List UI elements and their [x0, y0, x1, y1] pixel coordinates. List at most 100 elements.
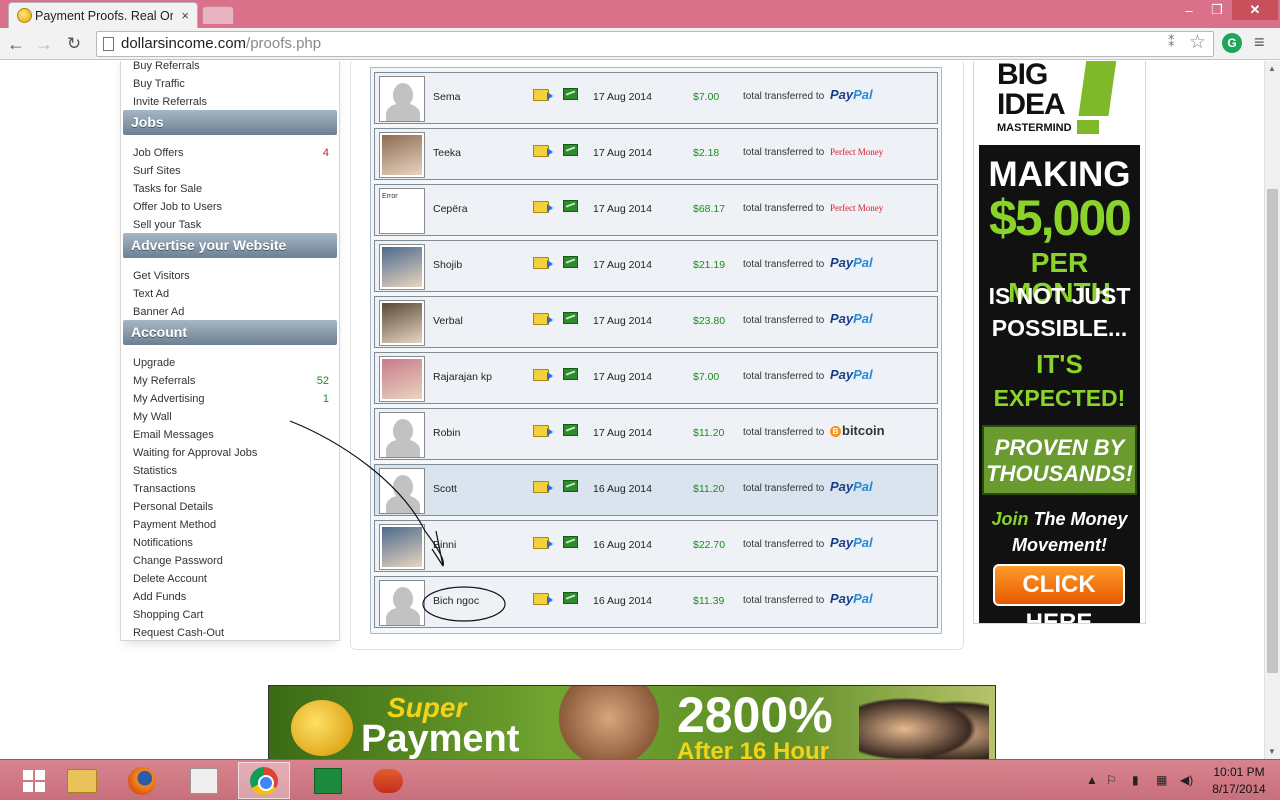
- sidebar-item-request-cashout[interactable]: Request Cash-Out: [133, 624, 329, 642]
- close-window-button[interactable]: ✕: [1232, 0, 1278, 20]
- user-name[interactable]: Серёга: [433, 203, 468, 215]
- start-button[interactable]: [8, 762, 60, 799]
- stats-chart-icon[interactable]: [563, 200, 578, 212]
- scrollbar-thumb[interactable]: [1267, 189, 1278, 673]
- maximize-button[interactable]: ❐: [1204, 0, 1230, 20]
- sidebar-item-shopping-cart[interactable]: Shopping Cart: [133, 606, 329, 624]
- sidebar-item-buy-referrals[interactable]: Buy Referrals: [133, 61, 329, 75]
- stats-chart-icon[interactable]: [563, 88, 578, 100]
- user-name[interactable]: Teeka: [433, 147, 461, 159]
- taskbar-explorer[interactable]: [56, 762, 108, 799]
- sidebar-item-my-advertising[interactable]: My Advertising 1: [133, 390, 329, 408]
- sidebar-item-change-password[interactable]: Change Password: [133, 552, 329, 570]
- power-icon[interactable]: ▮: [1132, 773, 1139, 787]
- tab-payment-proofs[interactable]: Payment Proofs. Real Onli ×: [8, 2, 198, 28]
- stats-chart-icon[interactable]: [563, 592, 578, 604]
- sidebar-item-offer-job[interactable]: Offer Job to Users: [133, 198, 329, 216]
- tray-expand-icon[interactable]: ▲: [1086, 773, 1098, 787]
- sidebar-item-sell-task[interactable]: Sell your Task: [133, 216, 329, 234]
- stats-chart-icon[interactable]: [563, 144, 578, 156]
- user-avatar[interactable]: [379, 132, 425, 178]
- sidebar-item-get-visitors[interactable]: Get Visitors: [133, 267, 329, 285]
- user-name[interactable]: Shojib: [433, 259, 462, 271]
- sidebar-item-statistics[interactable]: Statistics: [133, 462, 329, 480]
- send-message-icon[interactable]: [533, 89, 553, 101]
- sidebar-item-my-referrals[interactable]: My Referrals 52: [133, 372, 329, 390]
- send-message-icon[interactable]: [533, 425, 553, 437]
- scroll-down-arrow-icon[interactable]: ▼: [1268, 747, 1276, 756]
- user-avatar[interactable]: [379, 300, 425, 346]
- user-avatar[interactable]: Error: [379, 188, 425, 234]
- stats-chart-icon[interactable]: [563, 256, 578, 268]
- sidebar-item-upgrade[interactable]: Upgrade: [133, 354, 329, 372]
- send-message-icon[interactable]: [533, 369, 553, 381]
- browser-menu-icon[interactable]: ≡: [1254, 32, 1265, 53]
- send-message-icon[interactable]: [533, 593, 553, 605]
- user-name[interactable]: Binni: [433, 539, 456, 551]
- taskbar-chrome[interactable]: [238, 762, 290, 799]
- sidebar-item-buy-traffic[interactable]: Buy Traffic: [133, 75, 329, 93]
- user-name[interactable]: Bich ngoc: [433, 595, 479, 607]
- scroll-up-arrow-icon[interactable]: ▲: [1268, 64, 1276, 73]
- user-avatar[interactable]: [379, 412, 425, 458]
- network-icon[interactable]: ▦: [1156, 773, 1167, 787]
- forward-arrow-icon[interactable]: →: [32, 32, 56, 56]
- user-avatar[interactable]: [379, 580, 425, 626]
- stats-chart-icon[interactable]: [563, 368, 578, 380]
- user-avatar[interactable]: [379, 468, 425, 514]
- send-message-icon[interactable]: [533, 145, 553, 157]
- sidebar-item-tasks-for-sale[interactable]: Tasks for Sale: [133, 180, 329, 198]
- sidebar-item-transactions[interactable]: Transactions: [133, 480, 329, 498]
- taskbar-pinned-app[interactable]: [178, 762, 230, 799]
- stats-chart-icon[interactable]: [563, 424, 578, 436]
- stats-chart-icon[interactable]: [563, 536, 578, 548]
- user-avatar[interactable]: [379, 76, 425, 122]
- sidebar-item-delete-account[interactable]: Delete Account: [133, 570, 329, 588]
- stats-chart-icon[interactable]: [563, 480, 578, 492]
- user-avatar[interactable]: [379, 524, 425, 570]
- super-payment-ad-banner[interactable]: Super Payment 2800% After 16 Hour: [268, 685, 996, 759]
- sidebar-item-add-funds[interactable]: Add Funds: [133, 588, 329, 606]
- send-message-icon[interactable]: [533, 313, 553, 325]
- ad-click-here-button[interactable]: CLICK HERE: [993, 564, 1125, 623]
- reload-icon[interactable]: ↻: [62, 32, 86, 56]
- extension-icon[interactable]: G: [1222, 33, 1242, 53]
- user-name[interactable]: Sema: [433, 91, 460, 103]
- user-avatar[interactable]: [379, 356, 425, 402]
- user-name[interactable]: Robin: [433, 427, 460, 439]
- taskbar-messenger[interactable]: [362, 762, 414, 799]
- stats-chart-icon[interactable]: [563, 312, 578, 324]
- back-arrow-icon[interactable]: ←: [4, 32, 28, 56]
- send-message-icon[interactable]: [533, 537, 553, 549]
- new-tab-button[interactable]: [202, 6, 234, 24]
- user-name[interactable]: Verbal: [433, 315, 463, 327]
- send-message-icon[interactable]: [533, 481, 553, 493]
- clock-time[interactable]: 10:01 PM: [1208, 765, 1270, 779]
- action-center-flag-icon[interactable]: ⚐: [1106, 773, 1117, 787]
- translate-icon[interactable]: ⁑: [1168, 34, 1175, 50]
- sidebar-item-text-ad[interactable]: Text Ad: [133, 285, 329, 303]
- tab-close-icon[interactable]: ×: [181, 8, 189, 23]
- big-idea-ad-banner[interactable]: BIG IDEA MASTERMIND MAKING $5,000 PER MON…: [979, 61, 1140, 623]
- sidebar-item-job-offers[interactable]: Job Offers 4: [133, 144, 329, 162]
- user-name[interactable]: Scott: [433, 483, 457, 495]
- sidebar-item-payment-method[interactable]: Payment Method: [133, 516, 329, 534]
- user-avatar[interactable]: [379, 244, 425, 290]
- sidebar-item-invite-referrals[interactable]: Invite Referrals: [133, 93, 329, 111]
- bookmark-star-icon[interactable]: ☆: [1189, 31, 1206, 54]
- sidebar-item-surf-sites[interactable]: Surf Sites: [133, 162, 329, 180]
- address-bar[interactable]: dollarsincome.com/proofs.php: [96, 31, 1214, 57]
- minimize-button[interactable]: ‒: [1176, 0, 1202, 20]
- volume-icon[interactable]: ◀): [1180, 773, 1193, 787]
- clock-date[interactable]: 8/17/2014: [1208, 782, 1270, 796]
- sidebar-item-my-wall[interactable]: My Wall: [133, 408, 329, 426]
- send-message-icon[interactable]: [533, 257, 553, 269]
- sidebar-item-email-messages[interactable]: Email Messages: [133, 426, 329, 444]
- user-name[interactable]: Rajarajan kp: [433, 371, 492, 383]
- sidebar-item-notifications[interactable]: Notifications: [133, 534, 329, 552]
- sidebar-item-banner-ad[interactable]: Banner Ad: [133, 303, 329, 321]
- page-scrollbar[interactable]: ▲ ▼: [1264, 61, 1280, 759]
- sidebar-item-personal-details[interactable]: Personal Details: [133, 498, 329, 516]
- taskbar-firefox[interactable]: [116, 762, 168, 799]
- sidebar-item-waiting-approval[interactable]: Waiting for Approval Jobs: [133, 444, 329, 462]
